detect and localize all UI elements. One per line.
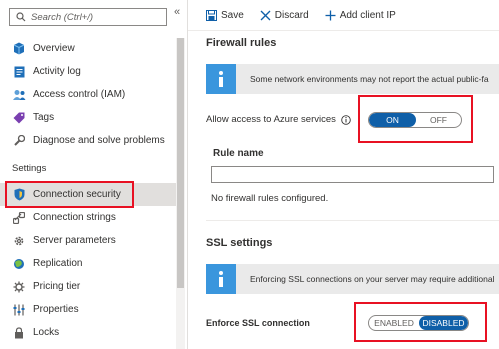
sidebar-item-overview[interactable]: Overview	[0, 37, 176, 60]
rule-name-header: Rule name	[213, 148, 264, 159]
ssl-banner-text: Enforcing SSL connections on your server…	[250, 274, 495, 284]
sidebar-item-pricing-tier[interactable]: Pricing tier	[0, 275, 176, 298]
save-icon	[206, 9, 217, 21]
info-icon	[206, 64, 236, 94]
discard-button[interactable]: Discard	[260, 10, 309, 21]
sidebar-item-replication[interactable]: Replication	[0, 252, 176, 275]
sidebar-item-access-control[interactable]: Access control (IAM)	[0, 83, 176, 106]
collapse-sidebar-button[interactable]: «	[174, 6, 180, 18]
ssl-info-banner: Enforcing SSL connections on your server…	[206, 264, 499, 294]
lock-icon	[12, 326, 26, 340]
sidebar-item-label: Overview	[33, 43, 75, 54]
sidebar-item-label: Locks	[33, 327, 60, 338]
sidebar-item-label: Diagnose and solve problems	[33, 135, 165, 146]
info-icon	[206, 264, 236, 294]
sidebar-item-tags[interactable]: Tags	[0, 106, 176, 129]
connection-strings-icon	[12, 211, 26, 225]
sidebar-item-activity-log[interactable]: Activity log	[0, 60, 176, 83]
add-client-ip-label: Add client IP	[339, 9, 396, 21]
activity-log-icon	[12, 65, 26, 79]
diagnose-icon	[12, 134, 26, 148]
section-divider	[206, 220, 499, 221]
replication-icon	[12, 257, 26, 271]
sidebar-item-diagnose[interactable]: Diagnose and solve problems	[0, 129, 176, 152]
sidebar-item-label: Replication	[33, 258, 83, 269]
pricing-tier-icon	[12, 280, 26, 294]
plus-icon	[325, 10, 336, 20]
sidebar-item-label: Pricing tier	[33, 281, 81, 292]
sidebar-item-label: Access control (IAM)	[33, 89, 126, 100]
access-control-icon	[12, 88, 26, 102]
overview-icon	[12, 42, 26, 56]
add-client-ip-button[interactable]: Add client IP	[325, 10, 396, 21]
close-icon	[260, 10, 271, 20]
sidebar-item-label: Connection strings	[33, 212, 116, 223]
info-circle-icon	[341, 114, 351, 125]
sidebar-item-server-parameters[interactable]: Server parameters	[0, 229, 176, 252]
save-label: Save	[221, 9, 244, 21]
highlight-box	[354, 302, 487, 342]
no-firewall-rules-text: No firewall rules configured.	[211, 193, 329, 204]
sidebar-item-connection-strings[interactable]: Connection strings	[0, 206, 176, 229]
main-pane: Save Discard Add client IP Firewall rule…	[188, 0, 499, 349]
highlight-box	[358, 95, 473, 143]
allow-azure-services-text: Allow access to Azure services	[206, 114, 336, 125]
sidebar-item-label: Activity log	[33, 66, 81, 77]
firewall-rules-heading: Firewall rules	[206, 37, 277, 49]
sidebar-section-settings: Settings	[12, 163, 47, 174]
sidebar-scrollbar[interactable]	[176, 38, 185, 349]
sidebar-item-label: Tags	[33, 112, 55, 123]
firewall-banner-text: Some network environments may not report…	[250, 74, 489, 84]
ssl-settings-heading: SSL settings	[206, 237, 273, 249]
rule-name-input[interactable]	[211, 166, 494, 183]
sidebar-item-properties[interactable]: Properties	[0, 298, 176, 321]
highlight-box	[5, 181, 134, 208]
allow-azure-services-label: Allow access to Azure services	[206, 114, 351, 125]
save-button[interactable]: Save	[206, 9, 244, 21]
properties-icon	[12, 303, 26, 317]
firewall-info-banner: Some network environments may not report…	[206, 64, 499, 94]
sidebar-item-label: Properties	[33, 304, 79, 315]
search-input[interactable]: Search (Ctrl+/)	[31, 12, 93, 23]
command-bar: Save Discard Add client IP	[188, 0, 499, 31]
gear-icon	[12, 234, 26, 248]
search-box[interactable]: Search (Ctrl+/)	[9, 8, 167, 26]
sidebar-item-label: Server parameters	[33, 235, 116, 246]
sidebar: Search (Ctrl+/) « Overview Activity log …	[0, 0, 188, 349]
scrollbar-thumb[interactable]	[177, 38, 184, 288]
discard-label: Discard	[274, 9, 309, 21]
search-icon	[14, 12, 28, 22]
sidebar-item-locks[interactable]: Locks	[0, 321, 176, 344]
tag-icon	[12, 111, 26, 125]
enforce-ssl-label: Enforce SSL connection	[206, 318, 310, 328]
